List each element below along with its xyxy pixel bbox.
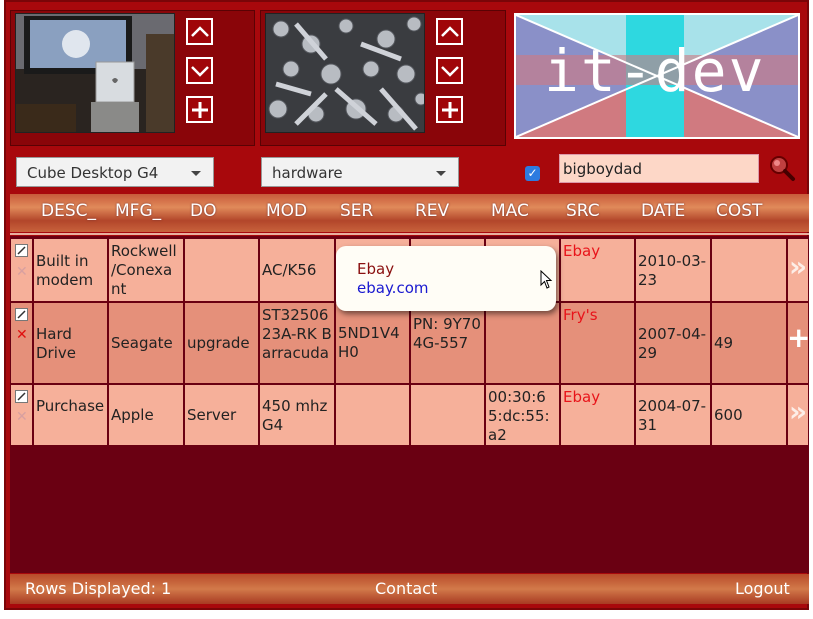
- delete-icon[interactable]: ✕: [16, 264, 28, 280]
- desc-cell: Purchase: [33, 384, 108, 446]
- filter-checkbox[interactable]: ✓: [525, 166, 540, 181]
- plus-icon[interactable]: [436, 96, 463, 123]
- src-cell[interactable]: Fry's: [560, 302, 635, 384]
- mac-cell: [485, 302, 560, 384]
- column-header-src[interactable]: SRC: [566, 194, 600, 232]
- rows-displayed-label: Rows Displayed: 1: [25, 579, 172, 598]
- mouse-cursor-icon: [540, 269, 554, 294]
- column-header-ser[interactable]: SER: [340, 194, 373, 232]
- cost-cell: [711, 238, 787, 302]
- do-cell: upgrade: [184, 302, 259, 384]
- add-row-icon[interactable]: +: [787, 321, 810, 354]
- chevron-down-icon[interactable]: [436, 57, 463, 84]
- edit-icon[interactable]: [15, 242, 28, 257]
- rev-cell: PN: 9Y704G-557: [410, 302, 485, 384]
- desc-cell: Hard Drive: [33, 302, 108, 384]
- mfg-cell: Seagate: [108, 302, 184, 384]
- source-tooltip: Ebay ebay.com: [336, 246, 556, 311]
- item-select[interactable]: Cube Desktop G4: [16, 157, 214, 187]
- mod-cell: ST3250623A-RK Barracuda: [259, 302, 335, 384]
- logo-text: it-dev: [544, 37, 766, 105]
- category-select-value: hardware: [272, 164, 343, 182]
- do-cell: Server: [184, 384, 259, 446]
- mod-cell: 450 mhz G4: [259, 384, 335, 446]
- mfg-cell: Apple: [108, 384, 184, 446]
- edit-icon[interactable]: [15, 388, 28, 403]
- ser-cell: 5ND1V4H0: [335, 302, 410, 384]
- chevron-down-icon[interactable]: [186, 57, 213, 84]
- column-header-mod[interactable]: MOD: [266, 194, 307, 232]
- tooltip-source-link[interactable]: ebay.com: [357, 279, 428, 297]
- mac-cell: 00:30:65:dc:55:a2: [485, 384, 560, 446]
- logout-link[interactable]: Logout: [735, 579, 790, 598]
- category-select[interactable]: hardware: [261, 157, 459, 187]
- column-header-do[interactable]: DO: [190, 194, 216, 232]
- mod-cell: AC/K56: [259, 238, 335, 302]
- ser-cell: [335, 384, 410, 446]
- chevron-up-icon[interactable]: [436, 18, 463, 45]
- delete-icon[interactable]: ✕: [16, 327, 28, 343]
- search-icon[interactable]: [768, 154, 796, 182]
- site-logo: it-dev: [514, 13, 800, 139]
- expand-row-icon[interactable]: »: [787, 250, 809, 283]
- hardware-bolts-image: [265, 13, 425, 133]
- column-header-mac[interactable]: MAC: [491, 194, 529, 232]
- src-cell[interactable]: Ebay: [560, 238, 635, 302]
- column-header-rev[interactable]: REV: [415, 194, 449, 232]
- src-cell[interactable]: Ebay: [560, 384, 635, 446]
- search-input[interactable]: bigboydad: [559, 154, 759, 183]
- desc-cell: Built in modem: [33, 238, 108, 302]
- dropdown-caret-icon: [191, 171, 201, 176]
- do-cell: [184, 238, 259, 302]
- column-header-desc[interactable]: DESC_: [41, 194, 96, 232]
- tooltip-source-name: Ebay: [357, 260, 395, 278]
- cost-cell: 600: [711, 384, 787, 446]
- date-cell: 2007-04-29: [635, 302, 711, 384]
- table-header: DESC_ MFG_ DO MOD SER REV MAC SRC DATE C…: [10, 194, 809, 232]
- cost-cell: 49: [711, 302, 787, 384]
- delete-icon[interactable]: ✕: [16, 409, 28, 425]
- header-divider: [10, 233, 809, 235]
- expand-row-icon[interactable]: »: [787, 395, 809, 428]
- plus-icon[interactable]: [186, 96, 213, 123]
- footer-bar: Rows Displayed: 1 Contact Logout: [10, 574, 809, 604]
- cube-desktop-image: [15, 13, 175, 133]
- chevron-up-icon[interactable]: [186, 18, 213, 45]
- column-header-date[interactable]: DATE: [641, 194, 685, 232]
- column-header-cost[interactable]: COST: [716, 194, 762, 232]
- date-cell: 2010-03-23: [635, 238, 711, 302]
- mfg-cell: Rockwell /Conexant: [108, 238, 184, 302]
- date-cell: 2004-07-31: [635, 384, 711, 446]
- contact-link[interactable]: Contact: [375, 579, 437, 598]
- item-select-value: Cube Desktop G4: [27, 164, 159, 182]
- dropdown-caret-icon: [436, 171, 446, 176]
- edit-icon[interactable]: [15, 306, 28, 321]
- rev-cell: [410, 384, 485, 446]
- column-header-mfg[interactable]: MFG_: [115, 194, 161, 232]
